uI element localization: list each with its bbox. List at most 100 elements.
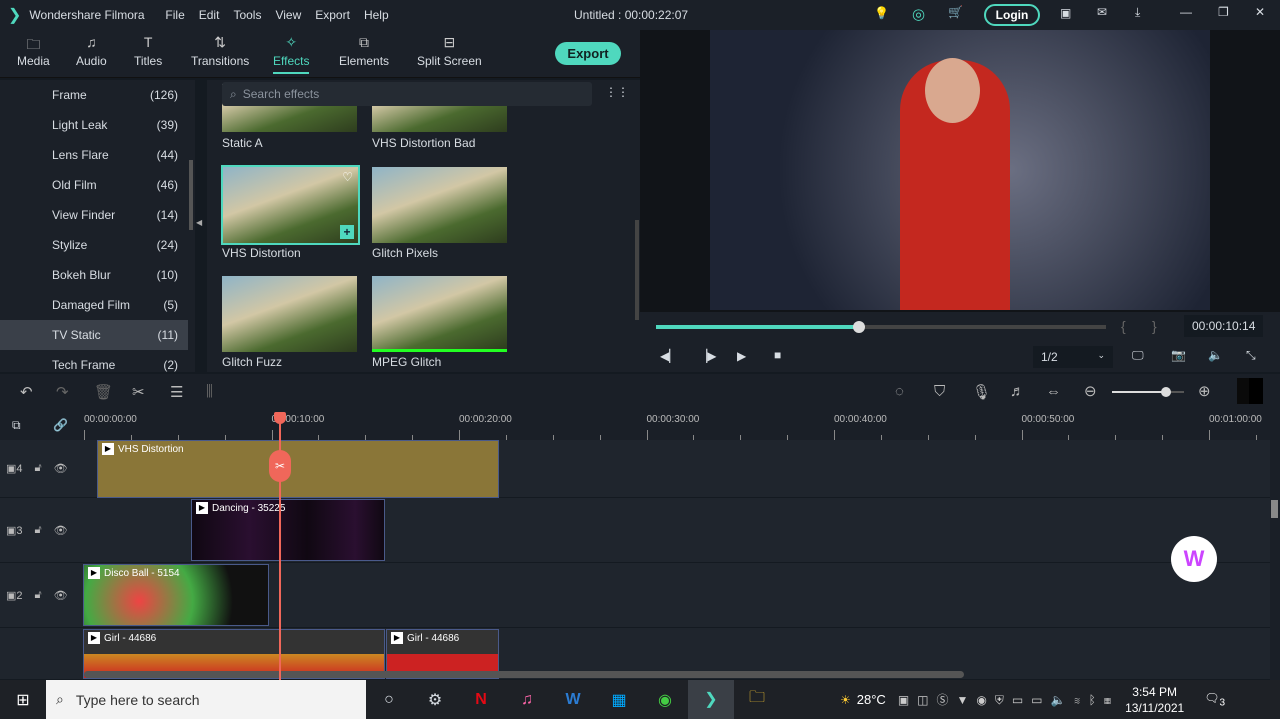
clock[interactable]: 3:54 PM 13/11/2021 — [1125, 684, 1184, 716]
taskbar-search[interactable]: ⌕ Type here to search — [46, 680, 366, 719]
menu-tools[interactable]: Tools — [233, 8, 261, 22]
mic-icon[interactable]: 🎙 — [972, 383, 991, 401]
tab-media[interactable]: 🗀 Media — [17, 34, 50, 68]
vertical-scrollbar[interactable] — [1271, 500, 1278, 518]
menu-help[interactable]: Help — [364, 8, 389, 22]
save-icon[interactable]: ▣ — [1060, 6, 1071, 20]
category-item[interactable]: Light Leak (39) — [0, 110, 188, 140]
category-item[interactable]: Bokeh Blur (10) — [0, 260, 188, 290]
support-icon[interactable]: ◎ — [912, 5, 925, 23]
notifications-icon[interactable]: 🗨3 — [1204, 691, 1225, 708]
tab-audio[interactable]: ♫ Audio — [76, 34, 107, 68]
tab-effects[interactable]: ✧ Effects — [273, 34, 309, 74]
tab-split-screen[interactable]: ⊟ Split Screen — [417, 34, 482, 68]
lock-icon[interactable]: 🔓︎ — [35, 462, 42, 475]
mark-out-button[interactable]: } — [1152, 318, 1157, 334]
delete-icon[interactable]: 🗑 — [94, 383, 113, 401]
category-scrollbar[interactable] — [189, 160, 193, 230]
login-button[interactable]: Login — [984, 4, 1040, 26]
adjust-icon[interactable]: ☰ — [170, 383, 183, 401]
category-item[interactable]: Tech Frame (2) — [0, 350, 188, 372]
category-item[interactable]: TV Static (11) — [0, 320, 188, 350]
category-item[interactable]: Frame (126) — [0, 80, 188, 110]
category-item[interactable]: Old Film (46) — [0, 170, 188, 200]
prev-frame-icon[interactable]: ◀▏ — [660, 349, 678, 363]
zoom-out-icon[interactable]: ⊖ — [1084, 382, 1097, 400]
export-button[interactable]: Export — [555, 42, 621, 65]
grid-view-icon[interactable]: ⋮⋮ — [605, 85, 629, 99]
playback-slider[interactable] — [656, 321, 1106, 333]
minimize-icon[interactable]: — — [1180, 5, 1192, 19]
effect-thumb-vhs-distortion[interactable]: ♡ + — [221, 165, 360, 245]
zoom-slider-handle[interactable] — [1161, 387, 1171, 397]
eye-icon[interactable]: 👁︎ — [54, 589, 68, 602]
slider-handle[interactable] — [852, 321, 865, 333]
render-icon[interactable]: ◌ — [895, 383, 904, 400]
tab-transitions[interactable]: ⇅ Transitions — [191, 34, 249, 68]
zoom-slider[interactable] — [1112, 387, 1184, 397]
effect-thumb-glitch-pixels[interactable] — [372, 167, 507, 243]
lock-icon[interactable]: 🔓︎ — [35, 589, 42, 602]
category-item[interactable]: Damaged Film (5) — [0, 290, 188, 320]
download-icon[interactable]: ⤓ — [1135, 5, 1140, 20]
cart-icon[interactable]: 🛒 — [948, 5, 963, 19]
undo-icon[interactable]: ↶ — [20, 383, 33, 401]
volume-icon[interactable]: 🔈 — [1208, 348, 1223, 362]
search-input[interactable]: ⌕ Search effects — [222, 82, 592, 106]
marker-icon[interactable]: ⛉ — [934, 383, 945, 400]
tab-titles[interactable]: T Titles — [134, 34, 162, 68]
menu-edit[interactable]: Edit — [199, 8, 220, 22]
horizontal-scrollbar[interactable] — [84, 671, 964, 678]
mail-icon[interactable]: ✉ — [1097, 5, 1107, 19]
word-icon[interactable]: W — [550, 691, 596, 709]
effect-thumb-glitch-fuzz[interactable] — [222, 276, 357, 352]
menu-view[interactable]: View — [275, 8, 301, 22]
menu-export[interactable]: Export — [315, 8, 350, 22]
close-icon[interactable]: ✕ — [1255, 5, 1265, 19]
windows-start-icon[interactable]: ⊞ — [0, 690, 46, 710]
tab-elements[interactable]: ⧉ Elements — [339, 34, 389, 68]
add-track-icon[interactable]: ⧉ — [12, 418, 21, 433]
zoom-in-icon[interactable]: ⊕ — [1198, 382, 1211, 400]
redo-icon[interactable]: ↷ — [56, 383, 69, 401]
filmora-taskbar-icon[interactable]: ❯ — [688, 680, 734, 719]
chrome-icon[interactable]: ◉ — [642, 690, 688, 710]
netflix-icon[interactable]: N — [458, 691, 504, 709]
collapse-panel-icon[interactable]: ◀ — [196, 218, 202, 227]
stop-icon[interactable]: ■ — [774, 348, 781, 362]
bulb-icon[interactable]: 💡 — [874, 6, 889, 20]
trello-icon[interactable]: ▦ — [596, 690, 642, 710]
effect-thumb-mpeg-glitch[interactable] — [372, 276, 507, 352]
add-icon[interactable]: + — [340, 225, 354, 239]
fit-icon[interactable]: ⇔ — [1046, 383, 1061, 400]
category-item[interactable]: Lens Flare (44) — [0, 140, 188, 170]
settings-icon[interactable]: ⚙ — [412, 690, 458, 710]
fullscreen-icon[interactable]: ⤡ — [1246, 348, 1256, 363]
display-icon[interactable]: 🖵 — [1132, 348, 1144, 363]
cut-icon[interactable]: ✂ — [132, 383, 145, 401]
file-explorer-icon[interactable]: 🗀 — [734, 686, 780, 713]
effect-clip-vhs-distortion[interactable]: ▶ VHS Distortion — [97, 440, 499, 498]
category-item[interactable]: Stylize (24) — [0, 230, 188, 260]
video-clip-dancing[interactable]: ▶ Dancing - 35225 — [191, 499, 385, 561]
effects-scrollbar[interactable] — [635, 220, 639, 320]
filmora-assistant-icon[interactable]: W — [1171, 536, 1217, 582]
playhead-handle[interactable] — [274, 412, 286, 424]
snapshot-icon[interactable]: 📷 — [1171, 348, 1186, 362]
favorite-icon[interactable]: ♡ — [342, 170, 353, 184]
menu-file[interactable]: File — [165, 8, 184, 22]
audio-wave-icon[interactable]: ⫼ — [206, 383, 213, 400]
eye-icon[interactable]: 👁︎ — [54, 524, 68, 537]
category-item[interactable]: View Finder (14) — [0, 200, 188, 230]
lock-icon[interactable]: 🔓︎ — [35, 524, 42, 537]
play-icon[interactable]: ▶ — [737, 349, 746, 363]
video-clip-disco-ball[interactable]: ▶ Disco Ball - 5154 — [83, 564, 269, 626]
tray-icons[interactable]: ▣◫Ⓢ▼◉⛨▭▭🔈≋ᛒ▦ — [898, 691, 1119, 708]
quality-select[interactable]: 1/2 ⌄ — [1033, 346, 1113, 368]
next-frame-icon[interactable]: ▕▶ — [698, 349, 716, 363]
split-scissors-icon[interactable]: ✂ — [269, 450, 291, 482]
time-ruler[interactable]: 00:00:00:00 00:00:10:00 00:00:20:00 00:00:3… — [84, 412, 1280, 440]
panel-layout-icon[interactable] — [1237, 378, 1263, 404]
audio-mixer-icon[interactable]: ♬ — [1010, 383, 1025, 400]
maximize-icon[interactable]: ❐ — [1218, 5, 1229, 19]
